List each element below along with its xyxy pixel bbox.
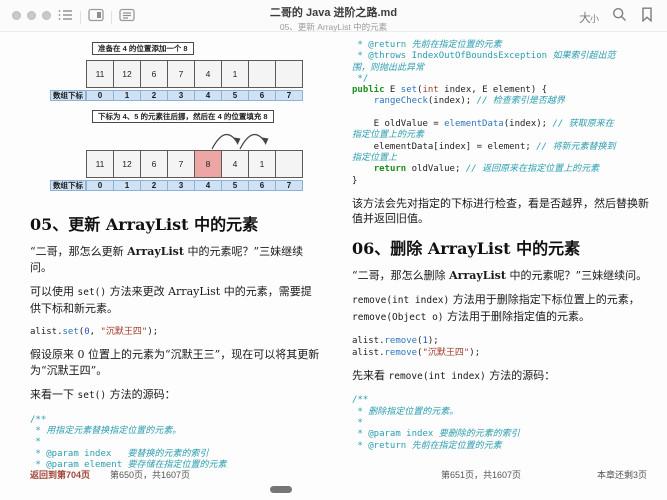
- scroll-indicator-handle[interactable]: [270, 486, 292, 493]
- array-cell: 1: [248, 150, 276, 178]
- right-page-indicator: 第651页，共1607页: [441, 468, 521, 481]
- paragraph: 来看一下 set() 方法的源码：: [30, 387, 322, 404]
- paragraph: “二哥，那怎么删除 ArrayList 中的元素呢？”三妹继续问。: [352, 268, 652, 284]
- array-diagram1-index-row: 数组下标 01234567: [50, 90, 322, 101]
- toolbar-divider: [80, 11, 81, 24]
- paragraph: 该方法会先对指定的下标进行检查，看是否越界，然后替换新值并返回旧值。: [352, 196, 652, 227]
- array-cell: [275, 60, 303, 88]
- array-cell: 8: [194, 150, 222, 178]
- page-right: * @return 先前在指定位置的元素 * @throws IndexOutO…: [352, 38, 652, 452]
- search-icon[interactable]: [612, 7, 627, 27]
- reader-mode-icon[interactable]: [119, 8, 135, 27]
- array-cell: [248, 60, 276, 88]
- paragraph: “二哥，那怎么更新 ArrayList 中的元素呢？”三妹继续问。: [30, 244, 322, 275]
- index-cell: 7: [275, 180, 303, 191]
- index-cell: 4: [194, 90, 222, 101]
- index-row-label: 数组下标: [50, 180, 86, 191]
- array-cell: 6: [140, 150, 168, 178]
- titlebar: 二哥的 Java 进阶之路.md 05、更新 ArrayList 中的元素 大小: [0, 0, 667, 32]
- status-bar: 返回到第704页 第650页，共1607页 第651页，共1607页 本章还剩3…: [0, 468, 667, 484]
- index-cell: 1: [113, 180, 141, 191]
- window-controls: [12, 11, 51, 20]
- code-block-remove-call: alist.remove(1);alist.remove("沉默王四");: [352, 336, 652, 359]
- array-cell: 4: [194, 60, 222, 88]
- index-cell: 1: [113, 90, 141, 101]
- paragraph: remove(int index) 方法用于删除指定下标位置上的元素，remov…: [352, 292, 652, 325]
- zoom-button[interactable]: [42, 11, 51, 20]
- array-diagram2-index-row: 数组下标 01234567: [50, 180, 322, 191]
- array-cell: 4: [221, 150, 249, 178]
- paragraph: 假设原来 0 位置上的元素为“沉默王三”，现在可以将其更新为“沉默王四”。: [30, 347, 322, 378]
- array-diagram2-cells: 111267841: [86, 150, 322, 178]
- minimize-button[interactable]: [27, 11, 36, 20]
- array-cell: 11: [86, 60, 114, 88]
- section-heading-06: 06、删除 ArrayList 中的元素: [352, 239, 652, 259]
- array-cell: 7: [167, 60, 195, 88]
- array-cell: 12: [113, 60, 141, 88]
- toc-icon[interactable]: [58, 8, 73, 27]
- page-left: 准备在 4 的位置添加一个 8 11126741 数组下标 01234567 下…: [30, 38, 322, 471]
- paragraph: 先来看 remove(int index) 方法的源码：: [352, 368, 652, 385]
- code-block-set-javadoc: /** * 用指定元素替换指定位置的元素。 * * @param index 要…: [30, 415, 322, 471]
- font-size-control[interactable]: 大小: [579, 9, 598, 26]
- index-cell: 6: [248, 90, 276, 101]
- app-window: 二哥的 Java 进阶之路.md 05、更新 ArrayList 中的元素 大小…: [0, 0, 667, 500]
- array-cell: 1: [221, 60, 249, 88]
- code-block-set-source: * @return 先前在指定位置的元素 * @throws IndexOutO…: [352, 40, 652, 187]
- index-cell: 4: [194, 180, 222, 191]
- index-cell: 3: [167, 180, 195, 191]
- back-to-page-link[interactable]: 返回到第704页: [30, 468, 90, 481]
- index-cell: 2: [140, 180, 168, 191]
- array-cell: [275, 150, 303, 178]
- array-cell: 11: [86, 150, 114, 178]
- index-row-label: 数组下标: [50, 90, 86, 101]
- code-block-set-call: alist.set(0, "沉默王四");: [30, 327, 322, 338]
- paragraph: 可以使用 set() 方法来更改 ArrayList 中的元素，需要提供下标和新…: [30, 284, 322, 316]
- index-cell: 5: [221, 90, 249, 101]
- index-cell: 5: [221, 180, 249, 191]
- array-diagram1-caption: 准备在 4 的位置添加一个 8: [92, 42, 194, 55]
- shift-arrows-icon: [86, 127, 310, 150]
- chapter-remaining-indicator: 本章还剩3页: [597, 468, 647, 481]
- array-diagram2-caption: 下标为 4、5 的元素往后挪，然后在 4 的位置填充 8: [92, 110, 274, 123]
- array-cell: 6: [140, 60, 168, 88]
- array-diagram1-cells: 11126741: [86, 60, 322, 88]
- index-cell: 0: [86, 180, 114, 191]
- left-page-indicator: 第650页，共1607页: [110, 468, 190, 481]
- bookmark-icon[interactable]: [641, 7, 653, 27]
- section-heading-05: 05、更新 ArrayList 中的元素: [30, 215, 322, 235]
- array-cell: 12: [113, 150, 141, 178]
- code-block-remove-javadoc: /** * 删除指定位置的元素。 * * @param index 要删除的元素…: [352, 395, 652, 451]
- index-cell: 0: [86, 90, 114, 101]
- close-button[interactable]: [12, 11, 21, 20]
- index-cell: 6: [248, 180, 276, 191]
- toolbar-divider: [111, 11, 112, 24]
- index-cell: 7: [275, 90, 303, 101]
- sidebar-toggle-icon[interactable]: [88, 8, 104, 27]
- index-cell: 3: [167, 90, 195, 101]
- array-cell: 7: [167, 150, 195, 178]
- index-cell: 2: [140, 90, 168, 101]
